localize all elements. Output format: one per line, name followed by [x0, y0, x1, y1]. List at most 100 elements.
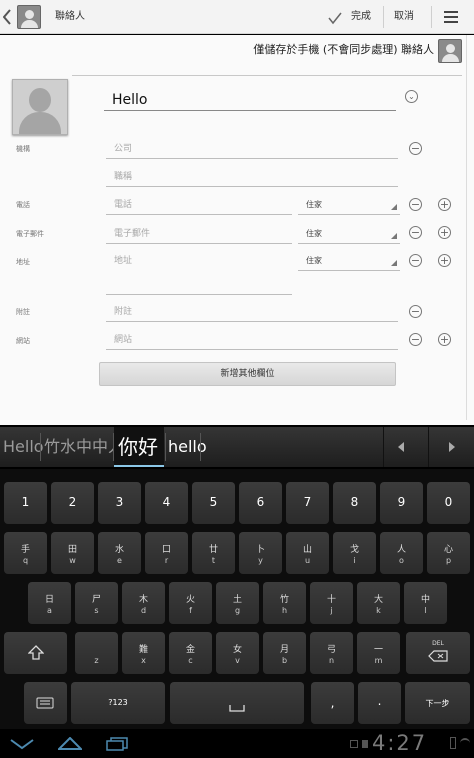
address-type-select[interactable]: 住家: [298, 251, 400, 271]
keyboard-settings-key[interactable]: [24, 682, 67, 724]
key-d[interactable]: 木d: [122, 582, 165, 624]
key-b[interactable]: 月b: [263, 632, 306, 674]
cancel-button[interactable]: 取消: [394, 0, 414, 34]
remove-address-icon[interactable]: −: [409, 254, 422, 267]
job-title-input[interactable]: 職稱: [106, 167, 398, 187]
expand-name-chevron-icon[interactable]: ⌄: [405, 90, 418, 103]
notes-label: 附註: [16, 308, 30, 316]
back-icon[interactable]: [2, 9, 11, 25]
address-label: 地址: [16, 258, 30, 266]
remove-website-icon[interactable]: −: [409, 333, 422, 346]
key-8[interactable]: 8: [333, 482, 376, 524]
key-g[interactable]: 土g: [216, 582, 259, 624]
key-i[interactable]: 戈i: [333, 532, 376, 574]
add-other-field-button[interactable]: 新增其他欄位: [99, 362, 396, 386]
key-p[interactable]: 心p: [427, 532, 470, 574]
add-website-icon[interactable]: +: [438, 333, 451, 346]
key-0[interactable]: 0: [427, 482, 470, 524]
key-u-letter: u: [304, 556, 311, 565]
delete-key[interactable]: DEL: [406, 632, 470, 674]
contacts-app-icon[interactable]: [17, 5, 41, 29]
name-field[interactable]: Hello: [104, 89, 396, 111]
remove-org-icon[interactable]: −: [409, 142, 422, 155]
key-t[interactable]: 廿t: [192, 532, 235, 574]
phone-type-select[interactable]: 住家: [298, 195, 400, 215]
candidate-divider: [165, 433, 166, 461]
key-c[interactable]: 金c: [169, 632, 212, 674]
form-right-edge: [466, 35, 467, 420]
home-nav-icon[interactable]: [58, 737, 82, 751]
key-l-radical: 中: [420, 595, 430, 605]
key-e[interactable]: 水e: [98, 532, 141, 574]
back-nav-icon[interactable]: [10, 738, 34, 750]
phone-input[interactable]: 電話: [106, 195, 292, 215]
key-o-radical: 人: [396, 545, 406, 555]
email-type-select[interactable]: 住家: [298, 224, 400, 244]
key-y[interactable]: 卜y: [239, 532, 282, 574]
remove-phone-icon[interactable]: −: [409, 198, 422, 211]
key-o[interactable]: 人o: [380, 532, 423, 574]
remove-notes-icon[interactable]: −: [409, 305, 422, 318]
space-key[interactable]: [170, 682, 304, 724]
symbols-key[interactable]: ?123: [71, 682, 165, 724]
key-r[interactable]: 口r: [145, 532, 188, 574]
remove-email-icon[interactable]: −: [409, 226, 422, 239]
key-m[interactable]: 一m: [357, 632, 400, 674]
key-e-radical: 水: [114, 545, 124, 555]
period-key[interactable]: .: [358, 682, 401, 724]
key-u[interactable]: 山u: [286, 532, 329, 574]
address-input[interactable]: 地址: [106, 251, 292, 295]
key-h[interactable]: 竹h: [263, 582, 306, 624]
notes-input[interactable]: 附註: [106, 302, 398, 322]
key-y-radical: 卜: [255, 545, 265, 555]
key-u-radical: 山: [302, 545, 312, 555]
add-phone-icon[interactable]: +: [438, 198, 451, 211]
website-input[interactable]: 網站: [106, 330, 398, 350]
key-4[interactable]: 4: [145, 482, 188, 524]
key-k[interactable]: 大k: [357, 582, 400, 624]
done-button[interactable]: 完成: [351, 0, 371, 34]
candidate-1[interactable]: Hello: [3, 427, 44, 467]
key-z-letter: z: [94, 656, 99, 665]
key-6[interactable]: 6: [239, 482, 282, 524]
candidate-2[interactable]: 竹水中中人: [44, 427, 124, 467]
key-z[interactable]: z: [75, 632, 118, 674]
key-j[interactable]: 十j: [310, 582, 353, 624]
key-x[interactable]: 難x: [122, 632, 165, 674]
key-9[interactable]: 9: [380, 482, 423, 524]
comma-key[interactable]: ,: [311, 682, 354, 724]
next-key[interactable]: 下一步: [405, 682, 470, 724]
key-2-label: 2: [68, 495, 77, 509]
shift-key[interactable]: [4, 632, 67, 674]
checkmark-icon[interactable]: [328, 10, 342, 25]
recent-apps-icon[interactable]: [106, 737, 128, 751]
key-f[interactable]: 火f: [169, 582, 212, 624]
key-y-letter: y: [258, 556, 263, 565]
key-v[interactable]: 女v: [216, 632, 259, 674]
key-l[interactable]: 中l: [404, 582, 447, 624]
key-w[interactable]: 田w: [51, 532, 94, 574]
prev-candidates-icon[interactable]: [398, 442, 404, 452]
key-7[interactable]: 7: [286, 482, 329, 524]
next-candidates-icon[interactable]: [449, 442, 455, 452]
comma-label: ,: [330, 696, 335, 710]
key-3[interactable]: 3: [98, 482, 141, 524]
overflow-menu-icon[interactable]: [444, 11, 458, 23]
company-input[interactable]: 公司: [106, 139, 398, 159]
key-s[interactable]: 尸s: [75, 582, 118, 624]
key-1[interactable]: 1: [4, 482, 47, 524]
contact-photo[interactable]: [12, 79, 68, 135]
key-n[interactable]: 弓n: [310, 632, 353, 674]
key-5[interactable]: 5: [192, 482, 235, 524]
key-4-label: 4: [162, 495, 171, 509]
key-a[interactable]: 日a: [28, 582, 71, 624]
key-q[interactable]: 手q: [4, 532, 47, 574]
key-t-letter: t: [211, 556, 216, 565]
key-n-radical: 弓: [326, 645, 336, 655]
period-label: .: [377, 694, 382, 708]
add-address-icon[interactable]: +: [438, 254, 451, 267]
email-input[interactable]: 電子郵件: [106, 224, 292, 244]
candidate-selected[interactable]: 你好: [114, 427, 164, 467]
add-email-icon[interactable]: +: [438, 226, 451, 239]
key-2[interactable]: 2: [51, 482, 94, 524]
